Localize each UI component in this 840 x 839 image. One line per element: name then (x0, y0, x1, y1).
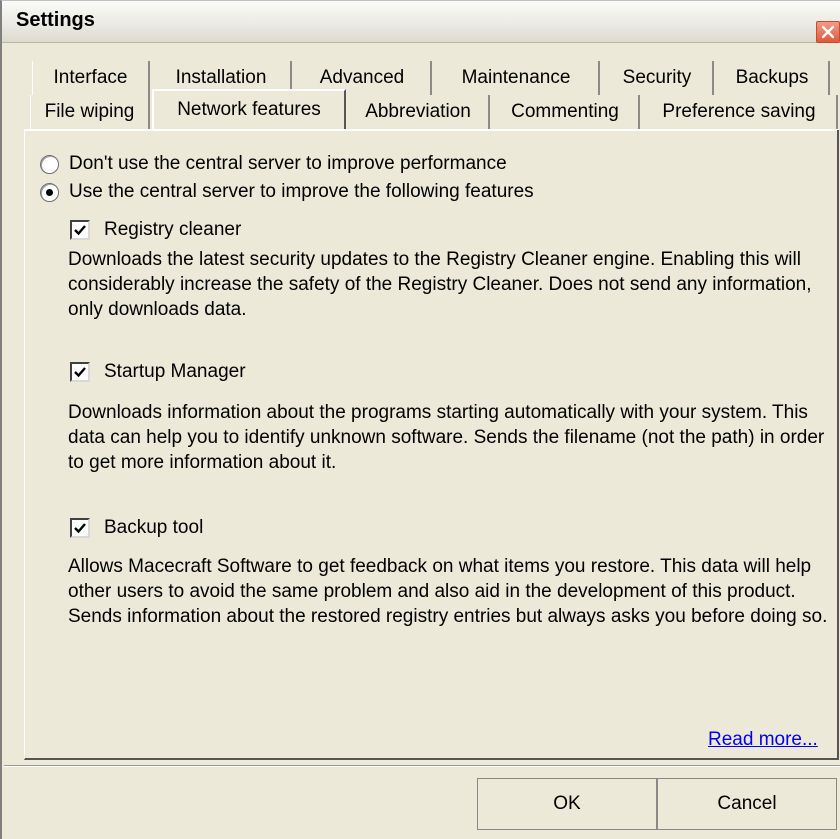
tab-preference-saving[interactable]: Preference saving (642, 95, 838, 129)
footer-separator (4, 765, 840, 767)
tab-label: Advanced (319, 67, 405, 88)
checkbox-backup-tool[interactable]: Backup tool (70, 517, 203, 539)
tab-abbreviation[interactable]: Abbreviation (348, 95, 490, 129)
checkbox[interactable] (70, 362, 90, 382)
checkbox-label: Startup Manager (104, 361, 246, 382)
tab-label: Abbreviation (365, 101, 471, 122)
backup-tool-description: Allows Macecraft Software to get feedbac… (68, 556, 828, 627)
radio-dont-use-server[interactable]: Don't use the central server to improve … (40, 153, 507, 175)
cancel-label: Cancel (717, 793, 777, 814)
checkmark-icon (74, 523, 86, 534)
tab-backups[interactable]: Backups (716, 61, 830, 95)
checkmark-icon (74, 225, 86, 236)
tab-label: Preference saving (662, 101, 816, 122)
ok-label: OK (553, 793, 581, 814)
radio-label: Use the central server to improve the fo… (69, 181, 534, 202)
radio-label: Don't use the central server to improve … (69, 153, 507, 174)
cancel-button[interactable]: Cancel (657, 778, 837, 830)
radio-selected-dot (46, 188, 53, 196)
tab-maintenance[interactable]: Maintenance (434, 61, 600, 95)
tab-label: Interface (53, 67, 128, 88)
close-icon (821, 25, 835, 39)
window-title: Settings (16, 9, 95, 31)
tab-label: File wiping (44, 101, 135, 122)
checkmark-icon (74, 367, 86, 378)
checkbox-label: Backup tool (104, 517, 204, 538)
tab-label: Network features (177, 99, 321, 120)
ok-button[interactable]: OK (477, 778, 657, 830)
checkbox-label: Registry cleaner (104, 219, 242, 240)
checkbox-startup-manager[interactable]: Startup Manager (70, 361, 246, 383)
tab-label: Security (622, 67, 692, 88)
checkbox[interactable] (70, 518, 90, 538)
read-more-link[interactable]: Read more... (708, 729, 818, 751)
tab-commenting[interactable]: Commenting (492, 95, 640, 129)
tab-interface[interactable]: Interface (32, 61, 150, 95)
registry-cleaner-description: Downloads the latest security updates to… (68, 249, 812, 320)
tab-label: Backups (735, 67, 809, 88)
radio-use-server[interactable]: Use the central server to improve the fo… (40, 181, 534, 203)
checkbox[interactable] (70, 220, 90, 240)
tab-network-features[interactable]: Network features (152, 89, 346, 129)
startup-manager-description: Downloads information about the programs… (68, 402, 825, 473)
checkbox-registry-cleaner[interactable]: Registry cleaner (70, 219, 241, 241)
radio-button[interactable] (40, 182, 59, 202)
tab-label: Installation (175, 67, 267, 88)
tab-label: Maintenance (461, 67, 571, 88)
close-button[interactable] (816, 21, 840, 43)
tab-file-wiping[interactable]: File wiping (30, 95, 150, 129)
tab-security[interactable]: Security (602, 61, 714, 95)
tab-label: Commenting (511, 101, 619, 122)
radio-button[interactable] (40, 154, 59, 174)
title-bar[interactable]: Settings (2, 1, 840, 43)
settings-window: Settings Interface Installation Advanced… (0, 0, 840, 839)
